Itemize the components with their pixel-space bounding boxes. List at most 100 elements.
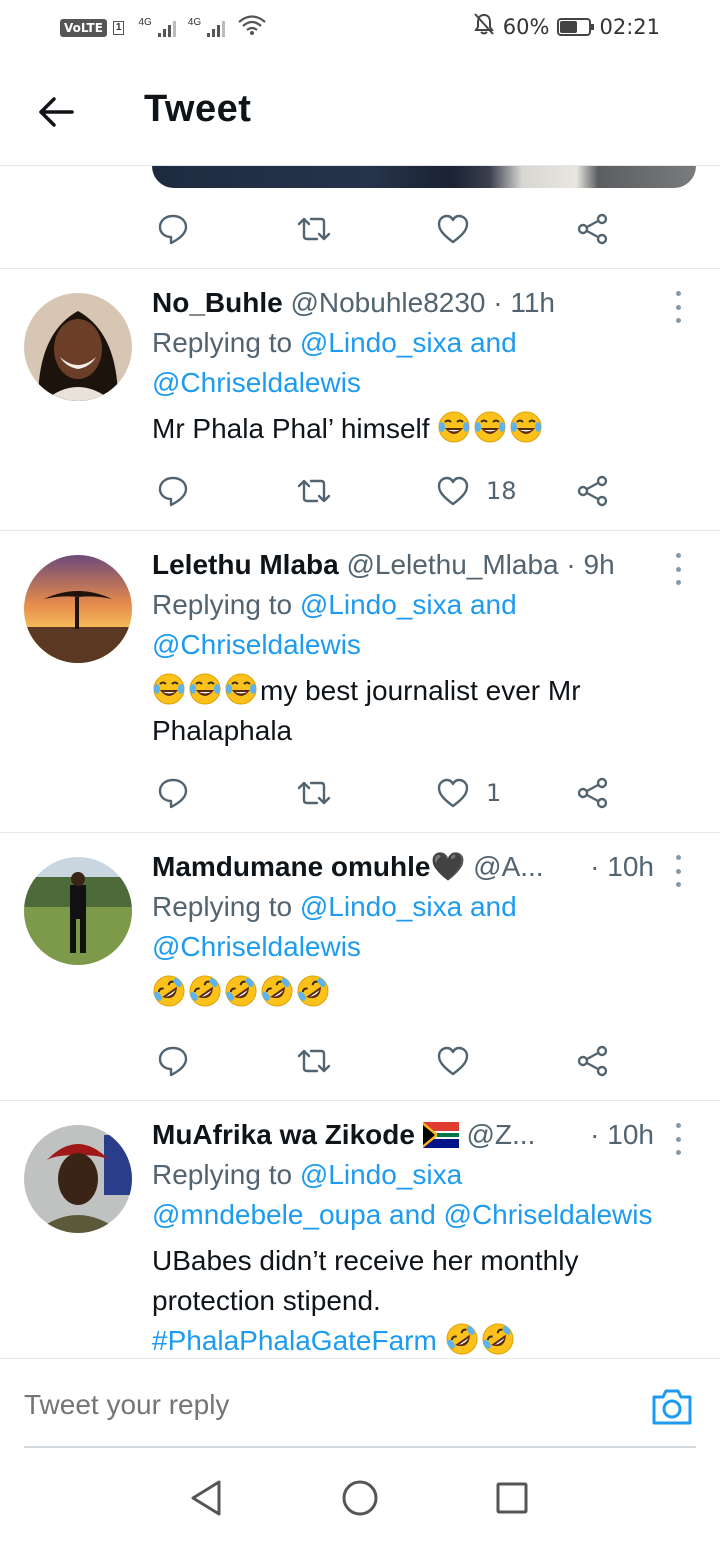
retweet-button[interactable] <box>296 466 332 516</box>
display-name[interactable]: Lelethu Mlaba <box>152 549 339 580</box>
retweet-button[interactable] <box>296 204 332 254</box>
reply-icon <box>158 778 188 809</box>
square-recents-icon <box>496 1482 528 1514</box>
reply-content: MuAfrika wa Zikode @Z... · 10h Replying … <box>152 1115 672 1358</box>
user-handle[interactable]: @A... <box>473 851 543 882</box>
app-header: Tweet <box>0 56 720 166</box>
face-with-tears-of-joy-emoji-icon <box>438 411 470 443</box>
like-count: 18 <box>486 477 517 505</box>
network-type-2: 4G <box>187 16 202 28</box>
signal-icon <box>157 19 176 37</box>
like-button[interactable] <box>436 1036 470 1086</box>
reply-actions <box>152 1036 622 1086</box>
replying-prefix: Replying to <box>152 327 300 358</box>
share-icon <box>577 777 608 809</box>
emoji-group <box>152 673 260 706</box>
sim-badge: 1 <box>112 21 125 35</box>
battery-percent: 60% <box>502 14 550 39</box>
emoji-group <box>437 411 545 444</box>
reply-header: Lelethu Mlaba @Lelethu_Mlaba · 9h <box>152 545 672 585</box>
face-with-tears-of-joy-emoji-icon <box>510 411 542 443</box>
page-title: Tweet <box>144 88 252 130</box>
more-options-button[interactable] <box>670 553 686 585</box>
rolling-on-the-floor-laughing-emoji-icon <box>153 975 185 1007</box>
replying-to: Replying to @Lindo_sixa and <box>152 585 672 625</box>
reply-icon <box>158 1046 188 1077</box>
more-options-button[interactable] <box>670 1123 686 1155</box>
timestamp: · 10h <box>590 1119 654 1150</box>
avatar[interactable] <box>24 293 132 401</box>
mention-link[interactable]: @Lindo_sixa and <box>300 891 517 922</box>
like-button[interactable] <box>436 204 470 254</box>
timestamp: · 11h <box>493 287 556 318</box>
reply-icon <box>158 214 188 245</box>
share-button[interactable] <box>576 1036 610 1086</box>
mention-link[interactable]: @Chriseldalewis <box>152 625 672 665</box>
share-button[interactable] <box>576 466 610 516</box>
avatar[interactable] <box>24 555 132 663</box>
emoji-group <box>152 975 332 1008</box>
clock: 02:21 <box>599 14 660 39</box>
share-icon <box>577 475 608 507</box>
share-button[interactable] <box>576 768 610 818</box>
top-tweet-actions <box>152 204 622 254</box>
display-name[interactable]: Mamdumane omuhle🖤 <box>152 851 465 882</box>
reply-actions: 18 <box>152 466 622 516</box>
heart-icon <box>437 476 469 506</box>
avatar[interactable] <box>24 1125 132 1233</box>
rolling-on-the-floor-laughing-emoji-icon <box>446 1323 478 1355</box>
network-type-1: 4G <box>138 16 152 28</box>
nav-back-button[interactable] <box>186 1478 226 1518</box>
replying-prefix: Replying to <box>152 1159 300 1190</box>
rolling-on-the-floor-laughing-emoji-icon <box>482 1323 514 1355</box>
user-handle[interactable]: @Z... <box>467 1119 536 1150</box>
more-options-button[interactable] <box>670 855 686 887</box>
system-nav-bar <box>0 1448 720 1541</box>
display-name[interactable]: No_Buhle <box>152 287 283 318</box>
south-africa-flag-icon <box>422 1119 459 1150</box>
mention-link[interactable]: @Lindo_sixa and <box>300 589 517 620</box>
reply-button[interactable] <box>156 204 190 254</box>
mention-link[interactable]: @Chriseldalewis <box>152 363 672 403</box>
retweet-button[interactable] <box>296 768 332 818</box>
reply-button[interactable] <box>156 768 190 818</box>
replying-to: Replying to @Lindo_sixa <box>152 1155 672 1195</box>
rolling-on-the-floor-laughing-emoji-icon <box>225 975 257 1007</box>
tweet-media-image[interactable] <box>152 166 696 188</box>
share-button[interactable] <box>576 204 610 254</box>
avatar[interactable] <box>24 857 132 965</box>
nav-home-button[interactable] <box>340 1478 380 1518</box>
hashtag-link[interactable]: #PhalaPhalaGateFarm <box>152 1325 437 1356</box>
replies-feed[interactable]: No_Buhle @Nobuhle8230 · 11h Replying to … <box>0 166 720 1358</box>
divider <box>0 1100 720 1101</box>
display-name[interactable]: MuAfrika wa Zikode <box>152 1119 415 1150</box>
camera-button[interactable] <box>650 1387 694 1427</box>
retweet-button[interactable] <box>296 1036 332 1086</box>
tweet-text-line2: protection stipend. <box>152 1285 381 1316</box>
reply-input[interactable] <box>24 1389 584 1421</box>
face-with-tears-of-joy-emoji-icon <box>474 411 506 443</box>
nav-recents-button[interactable] <box>492 1478 532 1518</box>
tweet-text-line3: #PhalaPhalaGateFarm <box>152 1321 672 1358</box>
status-right: 60% 02:21 <box>473 12 660 41</box>
reply-button[interactable] <box>156 466 190 516</box>
camera-icon <box>652 1389 692 1425</box>
mention-link[interactable]: @Lindo_sixa <box>300 1159 462 1190</box>
like-button[interactable]: 18 <box>436 466 517 516</box>
rolling-on-the-floor-laughing-emoji-icon <box>297 975 329 1007</box>
tweet-text-line2: Phalaphala <box>152 715 293 746</box>
user-handle[interactable]: @Lelethu_Mlaba <box>346 549 558 580</box>
back-button[interactable] <box>32 88 80 136</box>
timestamp: · 10h <box>590 851 654 882</box>
triangle-back-icon <box>191 1480 221 1516</box>
mention-link[interactable]: @mndebele_oupa and @Chriseldalewis <box>152 1195 672 1235</box>
signal-icon-2 <box>207 19 226 37</box>
share-icon <box>577 1045 608 1077</box>
mention-link[interactable]: @Lindo_sixa and <box>300 327 517 358</box>
heart-icon <box>437 214 469 244</box>
like-button[interactable]: 1 <box>436 768 501 818</box>
user-handle[interactable]: @Nobuhle8230 <box>290 287 485 318</box>
more-options-button[interactable] <box>670 291 686 323</box>
reply-button[interactable] <box>156 1036 190 1086</box>
mention-link[interactable]: @Chriseldalewis <box>152 927 672 967</box>
